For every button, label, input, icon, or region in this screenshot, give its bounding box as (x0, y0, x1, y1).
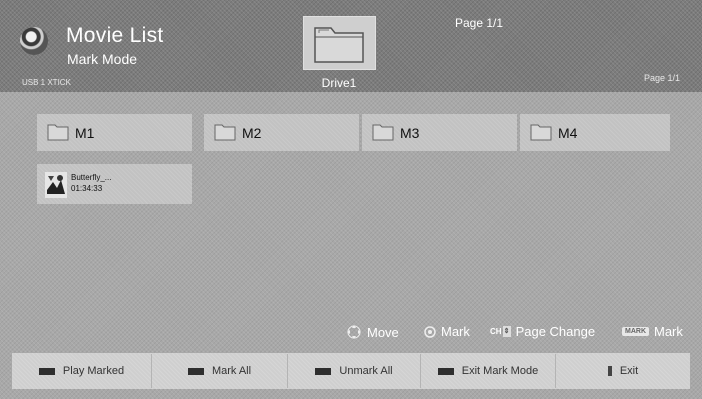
yellow-key-icon (315, 367, 332, 375)
movie-reel-icon (20, 27, 48, 55)
unmark-all-label: Unmark All (339, 365, 393, 377)
device-label: USB 1 XTICK (22, 78, 71, 87)
help-bar: Move Mark CH ⇕ Page Change MARK Mark (0, 322, 702, 342)
exit-key-icon (607, 366, 612, 376)
movie-duration: 01:34:33 (71, 184, 103, 193)
help-mark: Mark (424, 324, 470, 339)
mark-key-icon: MARK (622, 327, 649, 336)
red-key-icon (38, 367, 55, 375)
folder-icon (372, 124, 394, 141)
folder-name: M3 (400, 125, 420, 141)
mode-subtitle: Mark Mode (67, 51, 138, 67)
channel-key-label: CH (490, 327, 502, 336)
folder-name: M1 (75, 125, 95, 141)
folder-icon (214, 124, 236, 141)
drive-folder-button[interactable] (303, 16, 376, 70)
folder-item-m2[interactable]: M2 (204, 114, 359, 151)
folder-icon (530, 124, 552, 141)
folder-icon (314, 27, 364, 63)
arrows-icon (347, 325, 361, 339)
folder-item-m1[interactable]: M1 (37, 114, 192, 151)
folder-name: M4 (558, 125, 578, 141)
help-move: Move (346, 324, 399, 340)
exit-mark-mode-label: Exit Mark Mode (461, 365, 539, 377)
blue-key-icon (437, 367, 454, 375)
action-bar: Play Marked Mark All Unmark All Exit Mar… (12, 353, 690, 389)
help-mark-key: MARK Mark (622, 324, 683, 339)
exit-label: Exit (619, 365, 639, 377)
play-marked-button[interactable]: Play Marked (12, 354, 152, 388)
movie-thumbnail-icon (45, 172, 67, 198)
page-indicator-small: Page 1/1 (643, 73, 680, 83)
folder-name: M2 (242, 125, 262, 141)
help-page-change: CH ⇕ Page Change (490, 324, 595, 339)
ok-button-icon (424, 325, 436, 338)
exit-mark-mode-button[interactable]: Exit Mark Mode (421, 354, 556, 388)
drive-label: Drive1 (321, 76, 357, 90)
movie-title: Butterfly_... (71, 173, 112, 182)
page-indicator: Page 1/1 (455, 16, 504, 30)
help-move-label: Move (367, 324, 399, 340)
help-mark-label: Mark (441, 324, 470, 339)
help-page-change-label: Page Change (515, 324, 596, 339)
folder-icon (47, 124, 69, 141)
play-marked-label: Play Marked (62, 365, 125, 377)
exit-button[interactable]: Exit (556, 354, 690, 388)
folder-item-m4[interactable]: M4 (520, 114, 670, 151)
mark-all-label: Mark All (211, 365, 252, 377)
header: Movie List Mark Mode USB 1 XTICK Drive1 … (0, 0, 702, 92)
channel-key-icon: CH ⇕ (490, 326, 511, 337)
movie-file-item[interactable]: Butterfly_... 01:34:33 (37, 164, 192, 204)
help-mark-key-label: Mark (654, 324, 683, 339)
page-title: Movie List (66, 24, 164, 47)
folder-item-m3[interactable]: M3 (362, 114, 517, 151)
green-key-icon (187, 367, 204, 375)
mark-all-button[interactable]: Mark All (152, 354, 288, 388)
unmark-all-button[interactable]: Unmark All (288, 354, 421, 388)
